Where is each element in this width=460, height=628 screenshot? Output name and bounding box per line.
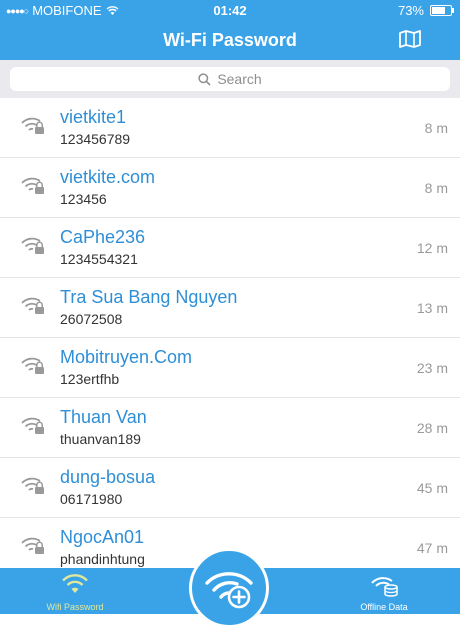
network-name: Tra Sua Bang Nguyen [60,287,238,307]
network-distance: 47 m [416,540,448,556]
network-name: CaPhe236 [60,227,146,247]
network-name: vietkite.com [60,167,156,187]
tab-wifi-label: Wifi Password [46,602,104,612]
wifi-lock-icon [20,536,46,561]
network-distance: 23 m [416,360,448,376]
wifi-add-icon [205,572,253,609]
tab-offline-data[interactable]: Offline Data [334,568,434,614]
network-distance: 28 m [416,420,448,436]
offline-data-icon [371,577,398,597]
network-list: vietkite1 123456789 8 m vietkite.com 123456 8… [0,98,460,568]
network-name: Thuan Van [60,407,147,427]
tab-offline-label: Offline Data [360,602,408,612]
wifi-lock-icon [20,296,46,321]
network-password: 1234554321 [60,251,138,267]
battery-info: 73% [397,3,454,18]
wifi-lock-icon [20,476,46,501]
network-name: Mobitruyen.Com [60,347,193,367]
search-placeholder: Search [217,71,262,87]
network-row[interactable]: Tra Sua Bang Nguyen 26072508 13 m [0,278,460,338]
wifi-lock-icon [20,236,46,261]
battery-icon [430,5,454,16]
network-password: 123ertfhb [60,371,120,387]
map-icon[interactable] [398,29,422,49]
network-distance: 8 m [424,120,448,136]
wifi-lock-icon [20,356,46,381]
battery-fill [432,7,446,14]
status-bar: ●●●●○ MOBIFONE 01:42 73% [0,0,460,20]
network-password: 123456789 [60,131,131,147]
status-time: 01:42 [213,3,247,18]
network-distance: 8 m [424,180,448,196]
battery-percent: 73% [397,3,424,18]
wifi-lock-icon [20,176,46,201]
network-row[interactable]: Thuan Van thuanvan189 28 m [0,398,460,458]
wifi-lock-icon [20,416,46,441]
search-bar: Search [0,60,460,98]
network-row[interactable]: vietkite.com 123456 8 m [0,158,460,218]
network-row[interactable]: CaPhe236 1234554321 12 m [0,218,460,278]
network-distance: 13 m [416,300,448,316]
network-distance: 12 m [416,240,448,256]
top-bar: ●●●●○ MOBIFONE 01:42 73% Wi-Fi Password [0,0,460,60]
network-distance: 45 m [416,480,448,496]
tab-wifi-password[interactable]: Wifi Password [25,568,125,614]
search-input[interactable]: Search [10,67,450,91]
network-row[interactable]: Mobitruyen.Com 123ertfhb 23 m [0,338,460,398]
search-icon [198,72,211,86]
network-password: 26072508 [60,311,123,327]
wifi-tab-icon [62,574,88,593]
network-row[interactable]: dung-bosua 06171980 45 m [0,458,460,518]
add-wifi-button[interactable] [189,548,269,628]
network-password: thuanvan189 [60,431,141,447]
network-name: NgocAn01 [60,527,145,547]
network-row[interactable]: vietkite1 123456789 8 m [0,98,460,158]
network-password: 123456 [60,191,107,207]
network-name: vietkite1 [60,107,127,127]
page-title: Wi-Fi Password [163,30,297,50]
wifi-lock-icon [20,116,46,141]
network-password: phandinhtung [60,551,145,567]
network-name: dung-bosua [60,467,156,487]
network-password: 06171980 [60,491,123,507]
